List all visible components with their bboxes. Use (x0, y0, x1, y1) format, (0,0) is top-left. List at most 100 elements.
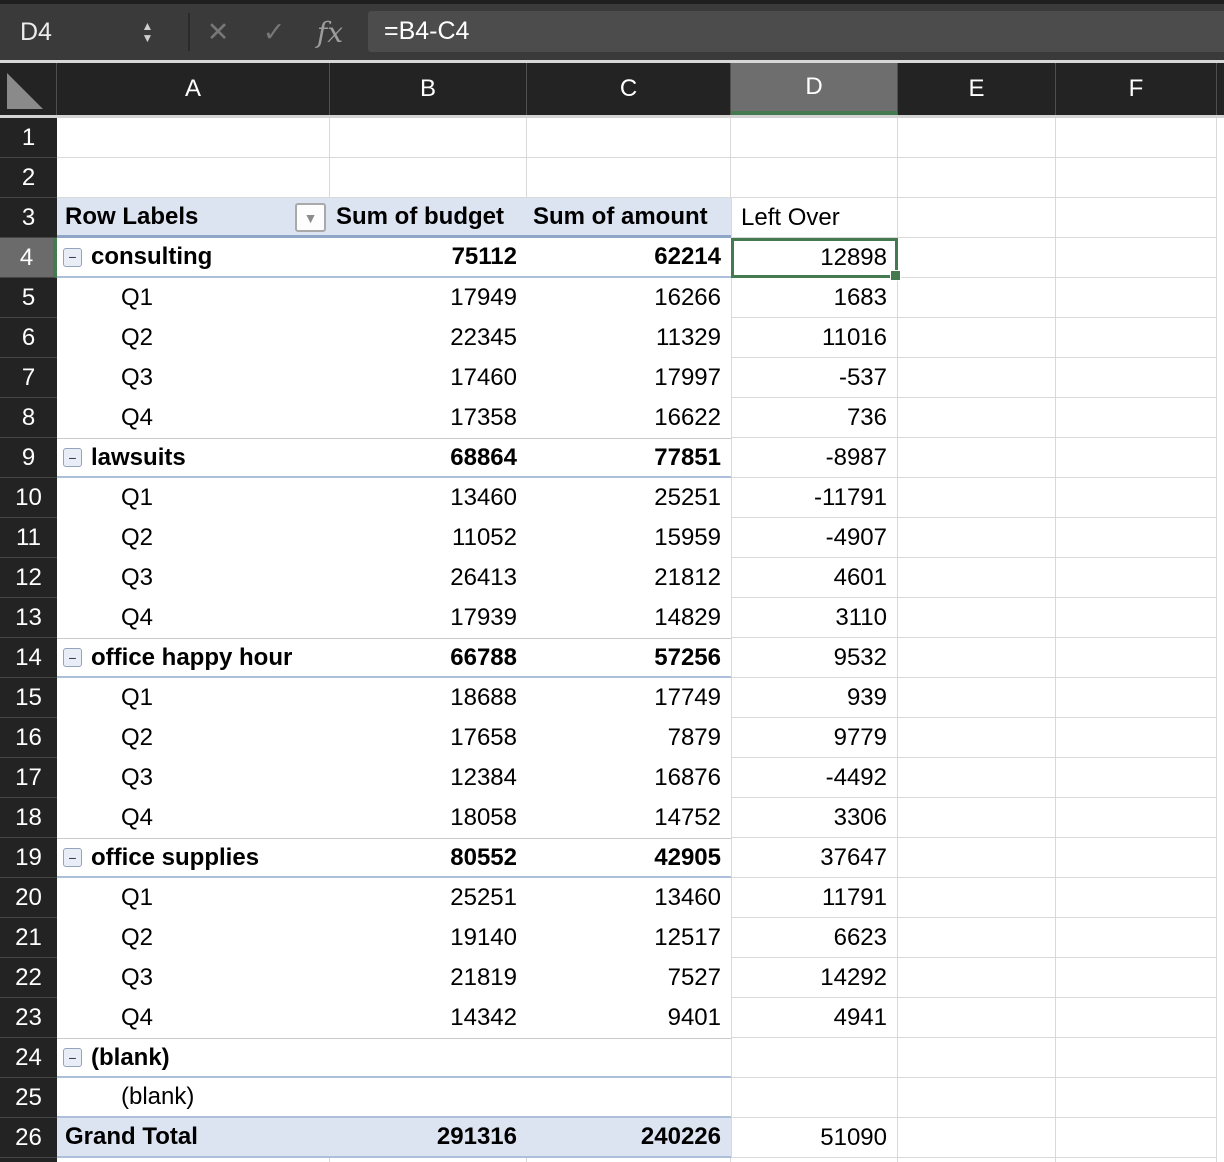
column-header-F[interactable]: F (1056, 63, 1217, 115)
cell-D18[interactable]: 3306 (731, 798, 898, 838)
cell-A11[interactable]: Q2 (57, 518, 330, 558)
cell-F21[interactable] (1056, 918, 1217, 958)
cell-A17[interactable]: Q3 (57, 758, 330, 798)
collapse-button[interactable]: − (63, 648, 82, 667)
cell-B6[interactable]: 22345 (330, 318, 527, 358)
filter-dropdown-button[interactable]: ▼ (295, 203, 326, 232)
cell-B14[interactable]: 66788 (330, 639, 527, 676)
row-header-5[interactable]: 5 (0, 278, 57, 318)
cell-E17[interactable] (898, 758, 1056, 798)
row-header-9[interactable]: 9 (0, 438, 57, 478)
cell-C25[interactable] (527, 1078, 731, 1116)
cell-G3[interactable] (1217, 198, 1224, 238)
cell-D19[interactable]: 37647 (731, 838, 898, 878)
cell-C16[interactable]: 7879 (527, 718, 731, 758)
cell-C2[interactable] (527, 158, 731, 198)
cell-A1[interactable] (57, 118, 330, 158)
cell-F13[interactable] (1056, 598, 1217, 638)
row-header-11[interactable]: 11 (0, 518, 57, 558)
cell-B4[interactable]: 75112 (330, 238, 527, 276)
cell-B22[interactable]: 21819 (330, 958, 527, 998)
cell-A3[interactable]: Row Labels▼ (57, 198, 330, 235)
cell-D1[interactable] (731, 118, 898, 158)
cell-G8[interactable] (1217, 398, 1224, 438)
row-header-20[interactable]: 20 (0, 878, 57, 918)
cell-G15[interactable] (1217, 678, 1224, 718)
cell-F12[interactable] (1056, 558, 1217, 598)
cell-B15[interactable]: 18688 (330, 678, 527, 718)
cell-A19[interactable]: −office supplies (57, 839, 330, 876)
row-header-13[interactable]: 13 (0, 598, 57, 638)
cell-C6[interactable]: 11329 (527, 318, 731, 358)
cell-C13[interactable]: 14829 (527, 598, 731, 638)
row-header-19[interactable]: 19 (0, 838, 57, 878)
cell-A21[interactable]: Q2 (57, 918, 330, 958)
row-header-23[interactable]: 23 (0, 998, 57, 1038)
spinner-up-icon[interactable]: ▲ (142, 21, 154, 31)
cell-A8[interactable]: Q4 (57, 398, 330, 438)
cell-B24[interactable] (330, 1039, 527, 1076)
cell-E9[interactable] (898, 438, 1056, 478)
cell-F10[interactable] (1056, 478, 1217, 518)
cell-E18[interactable] (898, 798, 1056, 838)
cell-D22[interactable]: 14292 (731, 958, 898, 998)
cell-F8[interactable] (1056, 398, 1217, 438)
cell-A23[interactable]: Q4 (57, 998, 330, 1038)
cell-C18[interactable]: 14752 (527, 798, 731, 838)
cell-E21[interactable] (898, 918, 1056, 958)
cell-A24[interactable]: −(blank) (57, 1039, 330, 1076)
cell-D15[interactable]: 939 (731, 678, 898, 718)
name-box-spinner[interactable]: ▲ ▼ (125, 21, 170, 43)
cell-D25[interactable] (731, 1078, 898, 1118)
cell-E22[interactable] (898, 958, 1056, 998)
cell-F15[interactable] (1056, 678, 1217, 718)
cell-B11[interactable]: 11052 (330, 518, 527, 558)
cell-E3[interactable] (898, 198, 1056, 238)
cell-B7[interactable]: 17460 (330, 358, 527, 398)
cell-G21[interactable] (1217, 918, 1224, 958)
cell-A22[interactable]: Q3 (57, 958, 330, 998)
row-header-22[interactable]: 22 (0, 958, 57, 998)
cell-C12[interactable]: 21812 (527, 558, 731, 598)
cell-B1[interactable] (330, 118, 527, 158)
cell-B13[interactable]: 17939 (330, 598, 527, 638)
cell-D21[interactable]: 6623 (731, 918, 898, 958)
cell-D3[interactable]: Left Over (731, 198, 898, 238)
cell-E12[interactable] (898, 558, 1056, 598)
cell-A16[interactable]: Q2 (57, 718, 330, 758)
cell-G7[interactable] (1217, 358, 1224, 398)
cell-E2[interactable] (898, 158, 1056, 198)
cell-D17[interactable]: -4492 (731, 758, 898, 798)
cell-E15[interactable] (898, 678, 1056, 718)
collapse-button[interactable]: − (63, 1048, 82, 1067)
selected-cell-D4[interactable]: 12898 (731, 238, 898, 278)
cell-E24[interactable] (898, 1038, 1056, 1078)
cell-A14[interactable]: −office happy hour (57, 639, 330, 676)
row-header-26[interactable]: 26 (0, 1118, 57, 1158)
cell-B25[interactable] (330, 1078, 527, 1116)
cell-F16[interactable] (1056, 718, 1217, 758)
row-header-3[interactable]: 3 (0, 198, 57, 238)
row-header-17[interactable]: 17 (0, 758, 57, 798)
cell-E1[interactable] (898, 118, 1056, 158)
formula-input[interactable]: =B4-C4 (368, 11, 1224, 52)
cell-B2[interactable] (330, 158, 527, 198)
row-header-8[interactable]: 8 (0, 398, 57, 438)
cell-E4[interactable] (898, 238, 1056, 278)
collapse-button[interactable]: − (63, 248, 82, 267)
cell-E11[interactable] (898, 518, 1056, 558)
collapse-button[interactable]: − (63, 848, 82, 867)
cell-B9[interactable]: 68864 (330, 439, 527, 476)
cell-A15[interactable]: Q1 (57, 678, 330, 718)
cell-F7[interactable] (1056, 358, 1217, 398)
row-header-10[interactable]: 10 (0, 478, 57, 518)
row-header-4[interactable]: 4 (0, 238, 57, 278)
cell-B10[interactable]: 13460 (330, 478, 527, 518)
column-header-B[interactable]: B (330, 63, 527, 115)
row-header-21[interactable]: 21 (0, 918, 57, 958)
cell-C26[interactable]: 240226 (527, 1118, 731, 1156)
row-header-25[interactable]: 25 (0, 1078, 57, 1118)
cell-C11[interactable]: 15959 (527, 518, 731, 558)
cell-G26[interactable] (1217, 1118, 1224, 1158)
cell-C21[interactable]: 12517 (527, 918, 731, 958)
